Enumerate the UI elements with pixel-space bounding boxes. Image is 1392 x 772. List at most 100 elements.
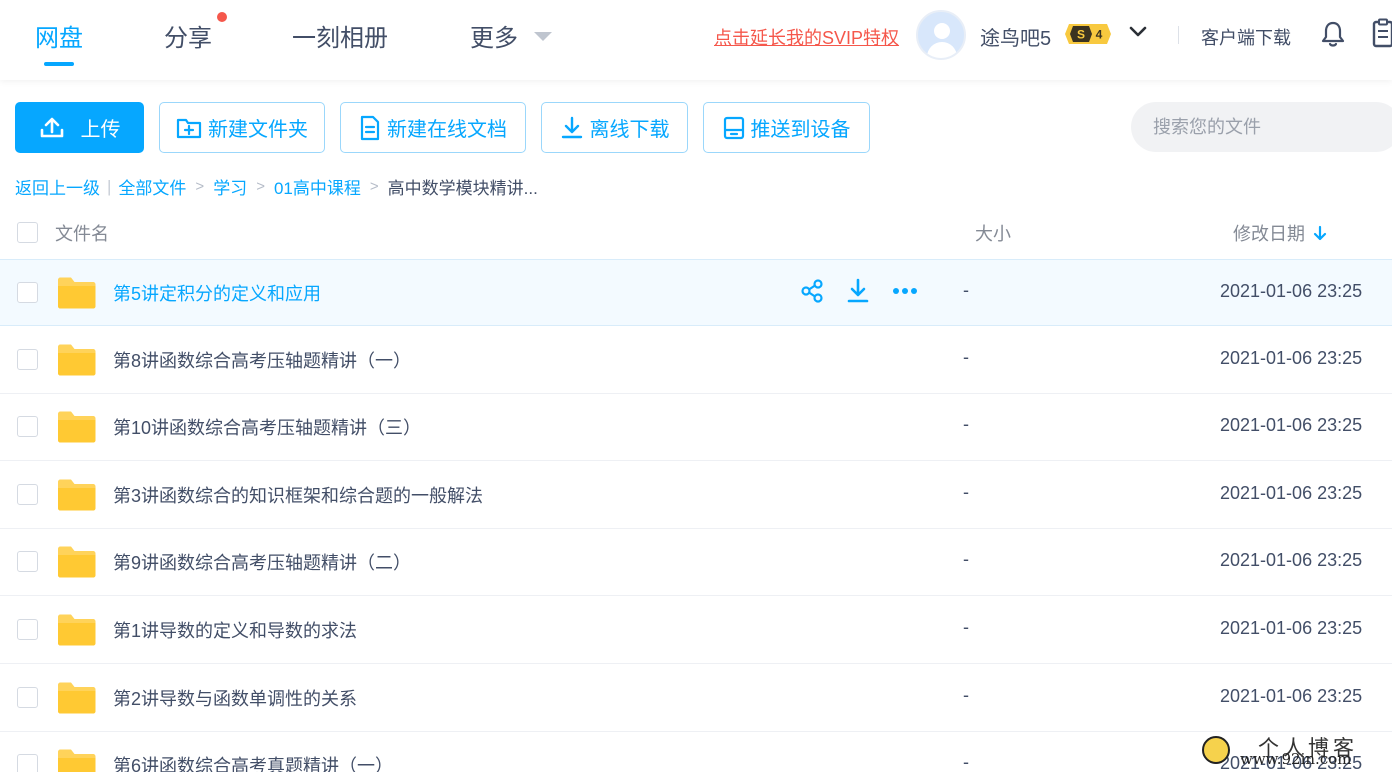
file-size: - bbox=[963, 482, 969, 502]
column-header-date-label: 修改日期 bbox=[1233, 224, 1305, 244]
breadcrumb-divider: | bbox=[107, 176, 112, 196]
new-online-doc-label: 新建在线文档 bbox=[387, 119, 507, 141]
file-size: - bbox=[963, 752, 969, 772]
row-checkbox[interactable] bbox=[17, 282, 38, 303]
bell-icon[interactable] bbox=[1320, 20, 1346, 48]
file-name[interactable]: 第8讲函数综合高考压轴题精讲（一） bbox=[113, 347, 411, 373]
more-options-icon[interactable] bbox=[892, 287, 918, 295]
vip-level-number: 4 bbox=[1096, 28, 1103, 42]
column-header-date[interactable]: 修改日期 bbox=[1233, 220, 1327, 246]
svg-text:S: S bbox=[1077, 28, 1085, 42]
file-name[interactable]: 第9讲函数综合高考压轴题精讲（二） bbox=[113, 549, 411, 575]
file-name[interactable]: 第10讲函数综合高考压轴题精讲（三） bbox=[113, 414, 421, 440]
file-name[interactable]: 第6讲函数综合高考真题精讲（一） bbox=[113, 752, 393, 772]
table-row[interactable]: 第9讲函数综合高考压轴题精讲（二） - 2021-01-06 23:25 bbox=[0, 529, 1392, 596]
file-modified-date: 2021-01-06 23:25 bbox=[1220, 483, 1363, 503]
column-header-name[interactable]: 文件名 bbox=[55, 220, 109, 246]
file-size: - bbox=[963, 280, 969, 300]
folder-icon bbox=[58, 749, 96, 772]
nav-tab-netdisk[interactable]: 网盘 bbox=[35, 18, 83, 53]
file-name[interactable]: 第2讲导数与函数单调性的关系 bbox=[113, 685, 357, 711]
clipboard-icon[interactable] bbox=[1372, 18, 1392, 48]
file-modified-date: 2021-01-06 23:25 bbox=[1220, 348, 1363, 368]
offline-download-button[interactable]: 离线下载 bbox=[541, 102, 688, 153]
file-name[interactable]: 第3讲函数综合的知识框架和综合题的一般解法 bbox=[113, 482, 483, 508]
avatar-body-shape bbox=[927, 42, 957, 58]
breadcrumb: 返回上一级 | 全部文件 > 学习 > 01高中课程 > 高中数学模块精讲... bbox=[15, 174, 538, 199]
active-tab-indicator bbox=[44, 62, 74, 66]
table-row[interactable]: 第5讲定积分的定义和应用 - 2021-01-06 23:25 bbox=[0, 259, 1392, 326]
avatar-head-shape bbox=[934, 23, 950, 39]
folder-icon bbox=[58, 682, 96, 714]
new-online-doc-button[interactable]: 新建在线文档 bbox=[340, 102, 526, 153]
file-size: - bbox=[963, 617, 969, 637]
new-folder-label: 新建文件夹 bbox=[208, 119, 308, 141]
table-row[interactable]: 第2讲导数与函数单调性的关系 - 2021-01-06 23:25 bbox=[0, 665, 1392, 732]
nav-tab-share[interactable]: 分享 bbox=[164, 18, 212, 53]
sort-descending-icon bbox=[1313, 225, 1327, 241]
folder-icon bbox=[58, 479, 96, 511]
table-row[interactable]: 第10讲函数综合高考压轴题精讲（三） - 2021-01-06 23:25 bbox=[0, 394, 1392, 461]
folder-icon bbox=[58, 546, 96, 578]
divider bbox=[1178, 26, 1179, 44]
breadcrumb-separator-icon: > bbox=[369, 178, 379, 195]
share-icon[interactable] bbox=[800, 279, 824, 303]
watermark-logo-icon bbox=[1202, 736, 1230, 764]
document-icon bbox=[360, 115, 380, 140]
file-modified-date: 2021-01-06 23:25 bbox=[1220, 618, 1363, 638]
search-input[interactable] bbox=[1131, 102, 1392, 152]
row-checkbox[interactable] bbox=[17, 754, 38, 772]
table-row[interactable]: 第6讲函数综合高考真题精讲（一） -2021-01-06 23:25 bbox=[0, 732, 1392, 772]
file-name[interactable]: 第5讲定积分的定义和应用 bbox=[113, 280, 321, 306]
notification-dot bbox=[217, 12, 227, 22]
row-checkbox[interactable] bbox=[17, 349, 38, 370]
svip-extend-link[interactable]: 点击延长我的SVIP特权 bbox=[714, 24, 899, 50]
nav-tab-moment-album[interactable]: 一刻相册 bbox=[292, 18, 388, 53]
breadcrumb-back-link[interactable]: 返回上一级 bbox=[15, 174, 100, 199]
client-download-link[interactable]: 客户端下载 bbox=[1201, 24, 1291, 50]
row-checkbox[interactable] bbox=[17, 687, 38, 708]
svip-level-badge-icon: S 4 bbox=[1065, 24, 1111, 44]
file-size: - bbox=[963, 347, 969, 367]
avatar[interactable] bbox=[916, 10, 966, 60]
row-checkbox[interactable] bbox=[17, 619, 38, 640]
file-table-header: 文件名 大小 修改日期 bbox=[0, 204, 1392, 260]
column-header-size[interactable]: 大小 bbox=[975, 220, 1011, 246]
file-name[interactable]: 第1讲导数的定义和导数的求法 bbox=[113, 617, 357, 643]
breadcrumb-item-study[interactable]: 学习 bbox=[213, 174, 247, 199]
watermark-url: www.92in.com bbox=[1240, 750, 1352, 768]
file-size: - bbox=[963, 685, 969, 705]
folder-icon bbox=[58, 614, 96, 646]
chevron-down-icon[interactable] bbox=[1128, 22, 1148, 42]
download-icon[interactable] bbox=[846, 278, 870, 304]
row-actions bbox=[800, 278, 918, 304]
upload-button[interactable]: 上传 bbox=[15, 102, 144, 153]
row-checkbox[interactable] bbox=[17, 484, 38, 505]
folder-icon bbox=[58, 277, 96, 309]
username[interactable]: 途鸟吧5 bbox=[980, 22, 1051, 51]
file-modified-date: 2021-01-06 23:25 bbox=[1220, 550, 1363, 570]
row-checkbox[interactable] bbox=[17, 416, 38, 437]
top-navigation: 网盘 分享 一刻相册 更多 点击延长我的SVIP特权 途鸟吧5 S 4 客户端下… bbox=[0, 0, 1392, 80]
push-to-device-label: 推送到设备 bbox=[750, 119, 851, 141]
breadcrumb-separator-icon: > bbox=[256, 178, 265, 195]
table-row[interactable]: 第8讲函数综合高考压轴题精讲（一） - 2021-01-06 23:25 bbox=[0, 327, 1392, 394]
row-checkbox[interactable] bbox=[17, 551, 38, 572]
select-all-checkbox[interactable] bbox=[17, 222, 38, 243]
file-modified-date: 2021-01-06 23:25 bbox=[1220, 686, 1363, 706]
file-size: - bbox=[963, 549, 969, 569]
upload-label: 上传 bbox=[80, 119, 121, 141]
breadcrumb-item-all-files[interactable]: 全部文件 bbox=[118, 174, 186, 199]
download-icon bbox=[561, 116, 582, 138]
new-folder-button[interactable]: 新建文件夹 bbox=[159, 102, 325, 153]
breadcrumb-separator-icon: > bbox=[195, 178, 205, 195]
table-row[interactable]: 第3讲函数综合的知识框架和综合题的一般解法 - 2021-01-06 23:25 bbox=[0, 462, 1392, 529]
folder-plus-icon bbox=[176, 118, 202, 138]
nav-tab-more[interactable]: 更多 bbox=[470, 18, 518, 53]
breadcrumb-item-course[interactable]: 01高中课程 bbox=[274, 174, 361, 199]
table-row[interactable]: 第1讲导数的定义和导数的求法 - 2021-01-06 23:25 bbox=[0, 597, 1392, 664]
chevron-down-icon[interactable] bbox=[534, 32, 552, 41]
push-to-device-button[interactable]: 推送到设备 bbox=[703, 102, 870, 153]
upload-icon bbox=[40, 117, 63, 137]
watermark: 个人博客 www.92in.com bbox=[1200, 732, 1392, 772]
